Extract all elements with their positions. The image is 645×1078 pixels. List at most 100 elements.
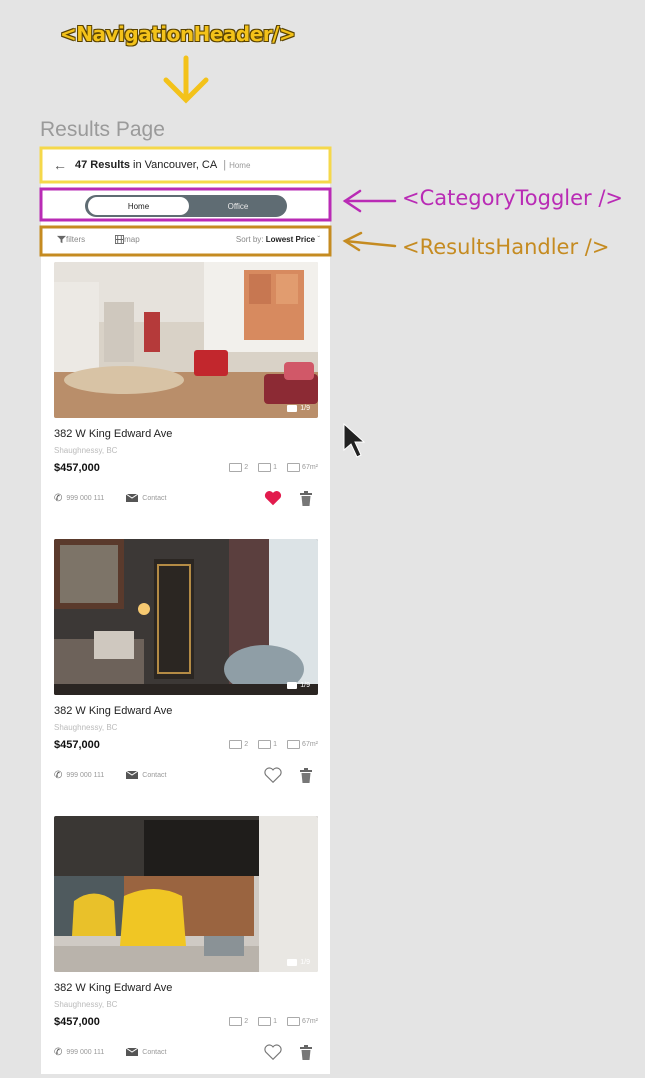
- contact-label: Contact: [142, 494, 167, 502]
- bed-count: 2: [244, 1018, 249, 1025]
- bed-icon: [229, 1017, 243, 1026]
- listing-card[interactable]: 1/9 382 W King Edward Ave Shaughnessy, B…: [54, 816, 318, 1060]
- listing-photo[interactable]: 1/9: [54, 816, 318, 972]
- header-category: Home: [229, 160, 251, 170]
- photo-count-text: 1/9: [300, 405, 310, 412]
- photo-count: 1/9: [287, 959, 310, 966]
- bed-count: 2: [244, 464, 249, 471]
- listing-price: $457,000: [54, 1016, 100, 1028]
- listing-card[interactable]: 1/9 382 W King Edward Ave Shaughnessy, B…: [54, 262, 318, 506]
- contact-label: Contact: [142, 1048, 167, 1056]
- listing-area: Shaughnessy, BC: [54, 446, 118, 455]
- photo-count-text: 1/9: [300, 682, 310, 689]
- phone-link[interactable]: ✆ 999 000 111: [54, 493, 104, 504]
- trash-icon[interactable]: [300, 767, 312, 783]
- trash-icon[interactable]: [300, 1044, 312, 1060]
- bed-count: 2: [244, 741, 249, 748]
- map-label: map: [124, 234, 140, 244]
- down-arrow-icon: [163, 55, 209, 104]
- sort-dropdown[interactable]: Sort by: Lowest Price ˇ: [236, 235, 320, 244]
- listing-card[interactable]: 1/9 382 W King Edward Ave Shaughnessy, B…: [54, 539, 318, 783]
- toggle-home[interactable]: Home: [88, 197, 189, 215]
- photo-count: 1/9: [287, 682, 310, 689]
- trash-icon[interactable]: [300, 490, 312, 506]
- phone-link[interactable]: ✆ 999 000 111: [54, 1047, 104, 1058]
- camera-icon: [287, 959, 298, 966]
- phone-number: 999 000 111: [66, 1048, 105, 1056]
- photo-count: 1/9: [287, 405, 310, 412]
- area-icon: [287, 740, 301, 749]
- area-icon: [287, 1017, 301, 1026]
- listing-specs: 2 1 67m²: [229, 1017, 318, 1026]
- bath-count: 1: [273, 741, 278, 748]
- mail-icon: [126, 1048, 139, 1056]
- heart-outline-icon[interactable]: [264, 1044, 282, 1060]
- mail-icon: [126, 494, 139, 502]
- size-value: 67m²: [302, 464, 318, 471]
- sort-prefix: Sort by:: [235, 234, 264, 244]
- map-button[interactable]: map: [115, 234, 140, 244]
- sort-value: Lowest Price: [265, 234, 316, 244]
- navigation-header-annotation: <NavigationHeader/>: [60, 22, 296, 46]
- left-arrow-icon: [342, 231, 397, 252]
- left-arrow-icon: [342, 189, 397, 213]
- toggle-office[interactable]: Office: [189, 202, 287, 211]
- phone-link[interactable]: ✆ 999 000 111: [54, 770, 104, 781]
- results-count: 47 Results: [75, 159, 131, 171]
- phone-number: 999 000 111: [66, 494, 105, 502]
- listing-specs: 2 1 67m²: [229, 740, 318, 749]
- contact-label: Contact: [142, 771, 167, 779]
- arrow-left-icon[interactable]: ←: [53, 157, 67, 173]
- bed-icon: [229, 463, 243, 472]
- phone-icon: ✆: [54, 769, 63, 781]
- phone-number: 999 000 111: [66, 771, 105, 779]
- cursor-icon: [343, 422, 366, 458]
- bath-icon: [258, 463, 272, 472]
- map-icon: [115, 234, 125, 244]
- phone-icon: ✆: [54, 492, 63, 504]
- listing-photo[interactable]: 1/9: [54, 539, 318, 695]
- listing-actions: ✆ 999 000 111 Contact: [54, 490, 318, 506]
- results-location: in Vancouver, CA: [133, 159, 218, 171]
- contact-button[interactable]: Contact: [126, 771, 166, 779]
- bath-count: 1: [273, 464, 278, 471]
- photo-count-text: 1/9: [300, 959, 310, 966]
- area-icon: [287, 463, 301, 472]
- phone-icon: ✆: [54, 1046, 63, 1058]
- listing-address: 382 W King Edward Ave: [54, 982, 173, 994]
- listing-address: 382 W King Edward Ave: [54, 428, 173, 440]
- page-caption: Results Page: [40, 118, 165, 141]
- heart-outline-icon[interactable]: [264, 767, 282, 783]
- funnel-icon: [57, 235, 66, 243]
- listing-address: 382 W King Edward Ave: [54, 705, 173, 717]
- listing-specs: 2 1 67m²: [229, 463, 318, 472]
- navigation-header: ← 47 Results in Vancouver, CA | Home: [41, 148, 330, 182]
- category-toggler-annotation: <CategoryToggler />: [402, 186, 624, 210]
- filters-button[interactable]: filters: [57, 235, 85, 244]
- listing-area: Shaughnessy, BC: [54, 723, 118, 732]
- bed-icon: [229, 740, 243, 749]
- listing-actions: ✆ 999 000 111 Contact: [54, 1044, 318, 1060]
- phone-mockup: ← 47 Results in Vancouver, CA | Home Hom…: [41, 148, 330, 1074]
- camera-icon: [287, 682, 298, 689]
- category-toggler: Home Office: [85, 195, 287, 217]
- contact-button[interactable]: Contact: [126, 494, 166, 502]
- camera-icon: [287, 405, 298, 412]
- bath-icon: [258, 740, 272, 749]
- listing-actions: ✆ 999 000 111 Contact: [54, 767, 318, 783]
- header-separator: |: [223, 159, 227, 171]
- listing-area: Shaughnessy, BC: [54, 1000, 118, 1009]
- chevron-down-icon: ˇ: [317, 234, 320, 244]
- size-value: 67m²: [302, 741, 318, 748]
- heart-filled-icon[interactable]: [264, 490, 282, 506]
- results-handler: filters map Sort by: Lowest Price ˇ: [41, 228, 330, 250]
- bath-count: 1: [273, 1018, 278, 1025]
- bath-icon: [258, 1017, 272, 1026]
- filters-label: filters: [66, 234, 86, 244]
- listing-photo[interactable]: 1/9: [54, 262, 318, 418]
- results-handler-annotation: <ResultsHandler />: [402, 235, 610, 259]
- listing-price: $457,000: [54, 462, 100, 474]
- contact-button[interactable]: Contact: [126, 1048, 166, 1056]
- mail-icon: [126, 771, 139, 779]
- listing-price: $457,000: [54, 739, 100, 751]
